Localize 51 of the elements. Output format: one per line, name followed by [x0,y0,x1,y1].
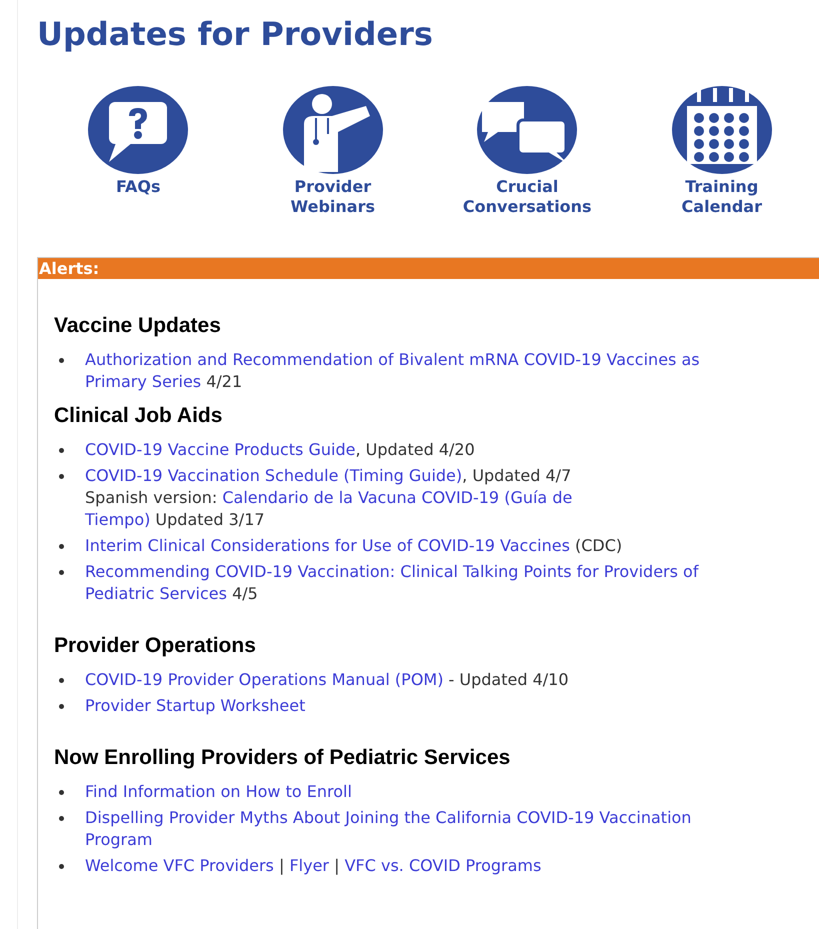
item-note: , Updated 4/20 [355,440,475,459]
bullet-icon [59,790,64,795]
link[interactable]: COVID-19 Vaccination Schedule (Timing Guide) [85,466,462,485]
link[interactable]: Interim Clinical Considerations for Use of COVID-19 Vaccines [85,536,570,555]
shortcut-link[interactable]: Training Calendar [624,84,819,217]
link[interactable]: COVID-19 Provider Operations Manual (POM) [85,670,444,689]
item-note: | [278,856,286,875]
link[interactable]: Pediatric Services [85,584,227,603]
item-note: Spanish version: [85,488,218,507]
shortcut-link[interactable]: FAQs [41,84,236,217]
link[interactable]: COVID-19 Vaccine Products Guide [85,440,356,459]
bullet-icon [59,474,64,479]
section-heading: Now Enrolling Providers of Pediatric Services [54,745,512,771]
chat-bubbles-icon [476,84,578,176]
section-heading: Provider Operations [54,633,257,659]
bullet-icon [59,704,64,709]
page-title: Updates for Providers [37,14,434,54]
doctor-presenting-icon [282,84,384,176]
bullet-icon [59,358,64,363]
link[interactable]: Calendario de la Vacuna COVID-19 (Guía de [222,488,572,507]
alerts-header: Alerts: [38,258,819,279]
bullet-icon [59,544,64,549]
link[interactable]: Recommending COVID-19 Vaccination: Clinical Talking Points for Providers of [85,562,698,581]
link[interactable]: VFC vs. COVID Programs [344,856,542,875]
bullet-icon [59,448,64,453]
item-note: , Updated 4/7 [462,466,572,485]
link[interactable]: Dispelling Provider Myths About Joining the California COVID-19 Vaccination [85,808,692,827]
item-note: (CDC) [574,536,622,555]
question-bubble-icon [87,84,190,176]
item-note: Updated 3/17 [154,510,265,529]
link[interactable]: Provider Startup Worksheet [85,696,306,715]
link[interactable]: Welcome VFC Providers [85,856,274,875]
item-note: | [333,856,340,875]
item-note: - Updated 4/10 [448,670,569,689]
calendar-icon [670,84,773,176]
item-note: 4/21 [205,372,242,391]
link[interactable]: Authorization and Recommendation of Bivalent mRNA COVID-19 Vaccines as [85,350,700,369]
link[interactable]: Flyer [289,856,329,875]
link[interactable]: Find Information on How to Enroll [85,782,352,801]
bullet-icon [59,864,64,869]
item-note: 4/5 [231,584,258,603]
section-heading: Clinical Job Aids [54,403,224,429]
bullet-icon [59,816,64,821]
section-heading: Vaccine Updates [54,313,222,339]
shortcut-link[interactable]: Provider Webinars [236,84,430,217]
link[interactable]: Tiempo) [85,510,150,529]
bullet-icon [59,570,64,575]
link[interactable]: Program [85,830,153,849]
bullet-icon [59,678,64,683]
link[interactable]: Primary Series [85,372,202,391]
shortcut-link[interactable]: Crucial Conversations [430,84,624,217]
